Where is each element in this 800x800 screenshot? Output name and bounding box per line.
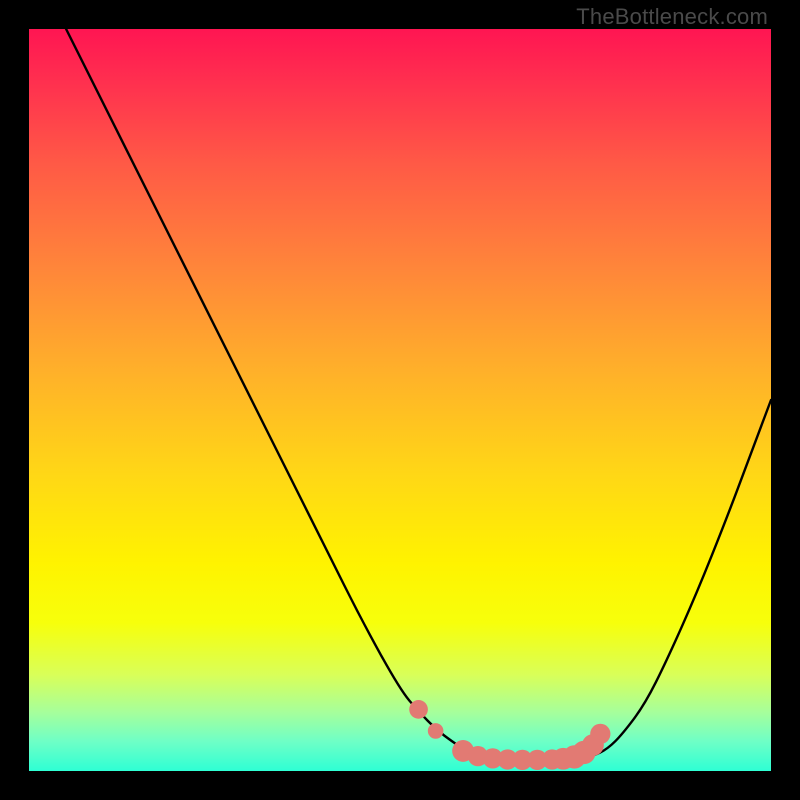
outer-frame: TheBottleneck.com: [0, 0, 800, 800]
curve-layer: [29, 29, 771, 771]
curve-markers: [409, 700, 610, 770]
watermark-text: TheBottleneck.com: [576, 4, 768, 30]
bottleneck-curve: [66, 29, 771, 760]
curve-marker: [590, 724, 610, 744]
curve-marker: [409, 700, 428, 719]
curve-marker: [428, 723, 444, 739]
